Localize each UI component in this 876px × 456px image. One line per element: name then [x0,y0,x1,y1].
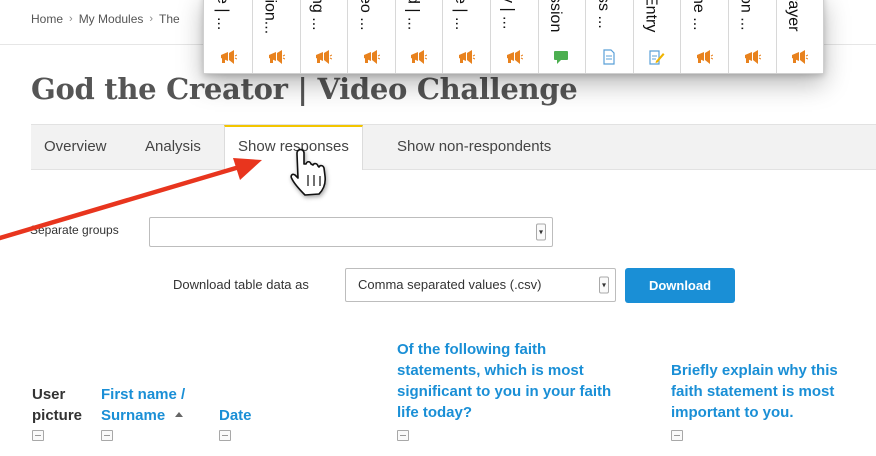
chat-icon [552,49,570,65]
activity-column-header[interactable]: eo ... [347,0,396,73]
column-name[interactable]: First name / Surname [101,384,185,426]
activity-column-label: ng ... [309,0,327,31]
megaphone-icon [457,49,476,65]
activity-column-header[interactable]: on ... [728,0,777,73]
question-2-line: important to you. [671,404,794,421]
activity-column-label: on ... [737,0,755,31]
breadcrumb-home[interactable]: Home [31,12,63,26]
megaphone-icon [505,49,523,65]
question-2-line: faith statement is most [671,383,835,400]
question-2-line: Briefly explain why this [671,362,838,379]
activity-column-header[interactable]: ng ... [299,0,349,73]
download-label: Download table data as [173,277,309,292]
column-user-picture-line: User [32,386,66,403]
activity-column-label: ssion [547,0,565,33]
chevron-down-icon: ▾ [536,223,546,241]
separate-groups-select[interactable]: ▾ [149,217,553,247]
edit-page-icon [647,49,665,65]
collapse-column-icon[interactable] [397,430,409,441]
activity-column-label: he ... [690,0,707,31]
tab-overview[interactable]: Overview [31,125,120,169]
chevron-right-icon: › [69,13,73,25]
column-question-1[interactable]: Of the following faith statements, which… [397,339,611,423]
activity-column-header[interactable]: tion... [252,0,301,73]
megaphone-icon [409,49,428,65]
activity-column-header[interactable]: Entry [632,0,682,73]
tab-show-non-respondents[interactable]: Show non-respondents [384,125,564,169]
page-title: God the Creator | Video Challenge [31,72,578,106]
activity-column-header[interactable]: he ... [680,0,729,73]
chevron-right-icon: › [149,13,154,25]
activity-column-label: ss ... [594,0,612,29]
megaphone-icon [790,49,809,65]
download-format-select[interactable]: Comma separated values (.csv) ▾ [345,268,616,302]
activity-column-label: e | ... [452,0,469,31]
activity-column-label: eo ... [356,0,374,31]
sort-first-name-link[interactable]: First name / [101,384,185,405]
collapse-column-icon[interactable] [219,430,231,441]
activity-column-header[interactable]: rayer [775,0,823,73]
question-1-line: life today? [397,404,473,421]
breadcrumb-my-modules[interactable]: My Modules [79,12,144,26]
activity-column-label: d | ... [404,0,422,31]
activity-column-header[interactable]: y | ... [490,0,539,73]
column-user-picture: User picture [32,384,82,426]
sort-ascending-icon [175,412,184,417]
megaphone-icon [695,49,714,65]
column-question-2[interactable]: Briefly explain why this faith statement… [671,360,838,423]
collapse-column-icon[interactable] [32,430,44,441]
activity-column-label: e | ... [214,0,231,31]
activity-column-label: tion... [261,0,279,35]
question-1-line: significant to you in your faith [397,383,612,400]
download-format-value: Comma separated values (.csv) [358,277,542,292]
tab-bar: Overview Analysis Show responses Show no… [31,124,876,170]
activity-column-label: rayer [785,0,803,32]
activity-column-header[interactable]: d | ... [394,0,444,73]
breadcrumb: Home › My Modules › The [31,12,180,26]
activity-column-header[interactable]: ssion [537,0,587,73]
tab-analysis[interactable]: Analysis [132,125,214,169]
question-1-line: Of the following faith [397,341,547,358]
column-user-picture-line: picture [32,407,83,424]
separate-groups-label: Separate groups [30,223,119,237]
document-icon [600,49,618,65]
tab-show-responses[interactable]: Show responses [224,125,363,170]
activity-column-label: Entry [642,0,660,33]
megaphone-icon [219,49,238,65]
collapse-column-icon[interactable] [671,430,683,441]
activity-columns-popup: e | ... tion... ng ... eo ... d | ... e | ...… [203,0,824,74]
activity-column-label: y | ... [499,0,517,30]
download-button[interactable]: Download [625,268,735,303]
megaphone-icon [267,49,285,65]
megaphone-icon [314,49,333,65]
activity-column-header[interactable]: e | ... [442,0,491,73]
collapse-column-icon[interactable] [101,430,113,441]
activity-column-header[interactable]: ss ... [585,0,634,73]
breadcrumb-module[interactable]: The [159,12,180,26]
sort-surname-link[interactable]: Surname [101,405,185,426]
activity-column-header[interactable]: e | ... [204,0,253,73]
surname-label: Surname [101,407,166,424]
question-1-line: statements, which is most [397,362,584,379]
column-date[interactable]: Date [219,405,252,426]
megaphone-icon [743,49,761,65]
megaphone-icon [362,49,381,65]
chevron-down-icon: ▾ [599,276,609,294]
